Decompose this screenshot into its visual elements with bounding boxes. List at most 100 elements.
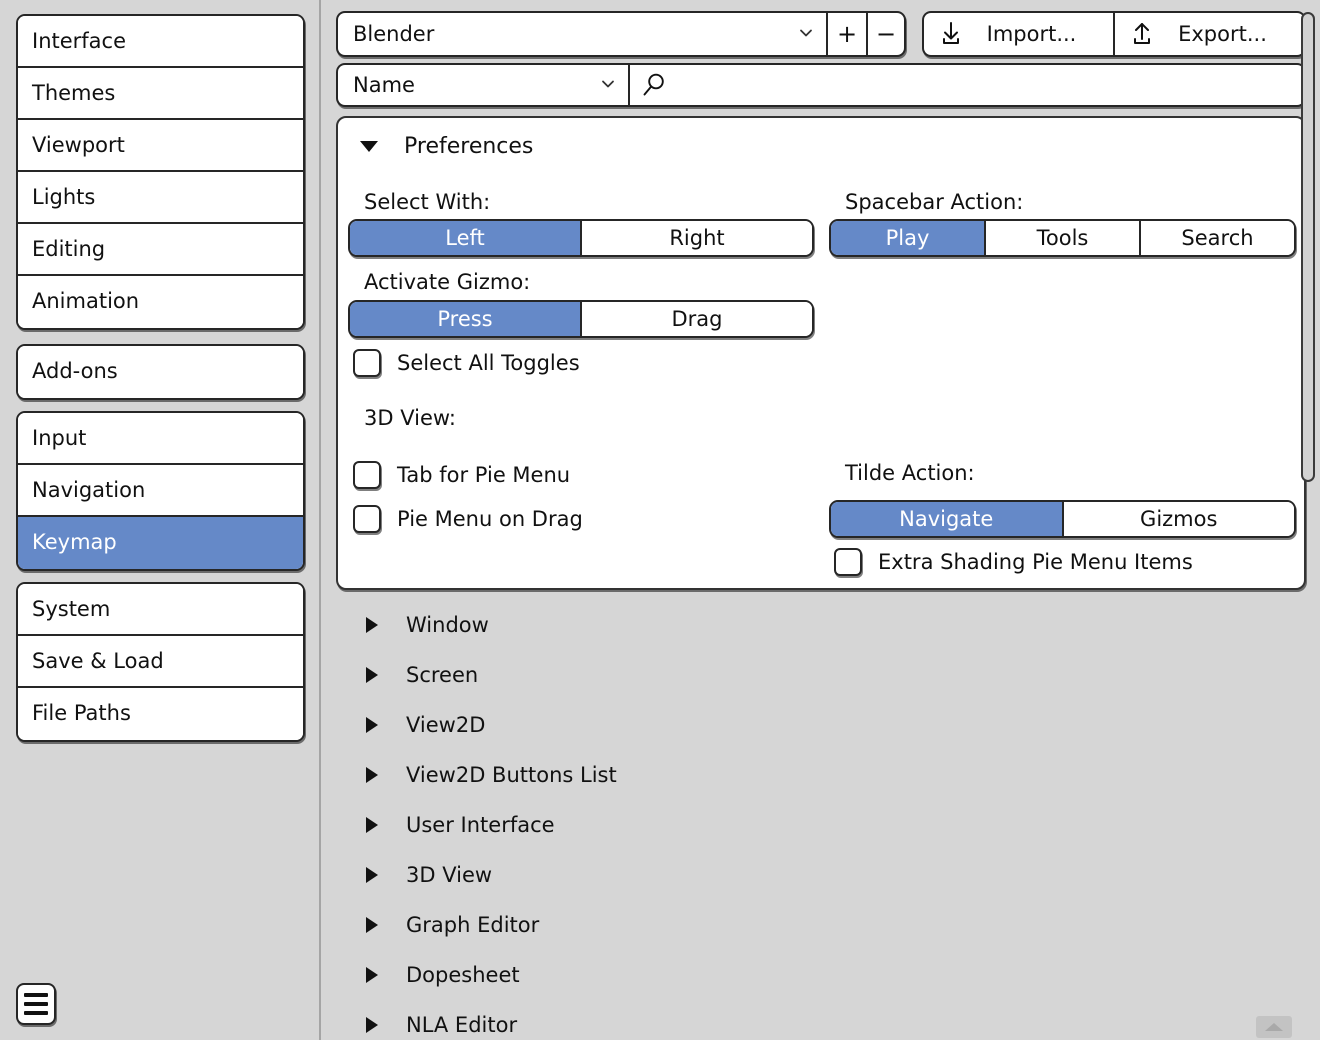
triangle-right-icon (366, 717, 378, 733)
sidebar-group-addons: Add-ons (16, 344, 305, 400)
sidebar-item-editing[interactable]: Editing (18, 224, 303, 276)
extra-shading-pie-row[interactable]: Extra Shading Pie Menu Items (834, 548, 1193, 576)
keymap-category-screen[interactable]: Screen (336, 650, 1306, 700)
export-button[interactable]: Export... (1113, 11, 1306, 57)
vertical-scrollbar[interactable] (1301, 8, 1315, 1032)
keymap-category-graph-editor[interactable]: Graph Editor (336, 900, 1306, 950)
sidebar-item-interface[interactable]: Interface (18, 16, 303, 68)
keymap-category-label: View2D Buttons List (406, 763, 617, 787)
import-export-group: Import... Export... (922, 11, 1306, 57)
keymap-preset-value: Blender (353, 22, 434, 46)
pie-menu-on-drag-label: Pie Menu on Drag (397, 507, 583, 531)
keymap-category-label: Dopesheet (406, 963, 520, 987)
spacebar-action-option-search[interactable]: Search (1141, 221, 1294, 255)
activate-gizmo-option-press[interactable]: Press (350, 302, 582, 336)
main-panel: Blender + − (323, 0, 1320, 1040)
triangle-right-icon (366, 817, 378, 833)
tilde-action-option-navigate[interactable]: Navigate (831, 502, 1064, 536)
filter-type-dropdown[interactable]: Name (336, 63, 628, 107)
import-button[interactable]: Import... (922, 11, 1113, 57)
hamburger-bar (24, 1011, 48, 1015)
hamburger-bar (24, 993, 48, 997)
keymap-category-window[interactable]: Window (336, 600, 1306, 650)
sidebar-item-system[interactable]: System (18, 584, 303, 636)
tab-for-pie-menu-row[interactable]: Tab for Pie Menu (353, 461, 570, 489)
sidebar-item-keymap[interactable]: Keymap (18, 517, 303, 569)
select-with-label: Select With: (364, 190, 490, 214)
tilde-action-label: Tilde Action: (845, 461, 975, 485)
spacebar-action-option-tools[interactable]: Tools (986, 221, 1141, 255)
chevron-down-icon (601, 77, 615, 91)
select-all-toggles-label: Select All Toggles (397, 351, 580, 375)
export-arrow-up-icon (1129, 21, 1155, 47)
sidebar-item-themes[interactable]: Themes (18, 68, 303, 120)
spacebar-action-toggle-group: Play Tools Search (829, 219, 1296, 257)
sidebar-item-input[interactable]: Input (18, 413, 303, 465)
remove-preset-button[interactable]: − (866, 11, 906, 57)
keymap-category-label: Graph Editor (406, 913, 539, 937)
plus-icon: + (837, 22, 857, 46)
hamburger-menu-icon[interactable] (16, 983, 56, 1025)
pie-menu-on-drag-row[interactable]: Pie Menu on Drag (353, 505, 583, 533)
keymap-category-label: Screen (406, 663, 478, 687)
sidebar-item-add-ons[interactable]: Add-ons (18, 346, 303, 398)
sidebar-group-input: Input Navigation Keymap (16, 411, 305, 571)
keymap-category-nla-editor[interactable]: NLA Editor (336, 1000, 1306, 1040)
keymap-category-label: View2D (406, 713, 485, 737)
sidebar-item-viewport[interactable]: Viewport (18, 120, 303, 172)
tilde-action-toggle-group: Navigate Gizmos (829, 500, 1296, 538)
chevron-down-icon (799, 26, 813, 40)
minus-icon: − (876, 22, 896, 46)
select-with-option-right[interactable]: Right (582, 221, 812, 255)
triangle-right-icon (366, 967, 378, 983)
pie-menu-on-drag-checkbox[interactable] (353, 505, 381, 533)
keymap-category-user-interface[interactable]: User Interface (336, 800, 1306, 850)
search-toolbar: Name (336, 63, 1306, 107)
preferences-panel-header[interactable]: Preferences (338, 118, 1304, 174)
select-all-toggles-checkbox[interactable] (353, 349, 381, 377)
keymap-category-view2d-buttons-list[interactable]: View2D Buttons List (336, 750, 1306, 800)
keymap-category-label: 3D View (406, 863, 492, 887)
select-with-toggle-group: Left Right (348, 219, 814, 257)
keymap-category-view2d[interactable]: View2D (336, 700, 1306, 750)
preferences-panel: Preferences Select With: Left Right Acti… (336, 116, 1306, 590)
sidebar-group-general: Interface Themes Viewport Lights Editing… (16, 14, 305, 330)
activate-gizmo-option-drag[interactable]: Drag (582, 302, 812, 336)
triangle-down-icon (360, 141, 378, 152)
view3d-section-label: 3D View: (364, 406, 456, 430)
select-all-toggles-row[interactable]: Select All Toggles (353, 349, 580, 377)
triangle-right-icon (366, 917, 378, 933)
keymap-category-label: Window (406, 613, 489, 637)
keymap-preset-dropdown[interactable]: Blender (336, 11, 826, 57)
keymap-category-label: NLA Editor (406, 1013, 517, 1037)
sidebar-item-file-paths[interactable]: File Paths (18, 688, 303, 740)
sidebar-item-lights[interactable]: Lights (18, 172, 303, 224)
select-with-option-left[interactable]: Left (350, 221, 582, 255)
preferences-window: Interface Themes Viewport Lights Editing… (0, 0, 1320, 1040)
activate-gizmo-label: Activate Gizmo: (364, 270, 530, 294)
keymap-category-list: Window Screen View2D View2D Buttons List… (336, 600, 1306, 1040)
spacebar-action-label: Spacebar Action: (845, 190, 1023, 214)
sidebar-group-system: System Save & Load File Paths (16, 582, 305, 742)
search-icon (640, 72, 667, 99)
keymap-category-3d-view[interactable]: 3D View (336, 850, 1306, 900)
keymap-category-dopesheet[interactable]: Dopesheet (336, 950, 1306, 1000)
search-input[interactable] (628, 63, 1306, 107)
tab-for-pie-menu-label: Tab for Pie Menu (397, 463, 570, 487)
import-arrow-down-icon (938, 21, 964, 47)
triangle-right-icon (366, 767, 378, 783)
scroll-up-chevron-icon[interactable] (1256, 1016, 1292, 1038)
tilde-action-option-gizmos[interactable]: Gizmos (1064, 502, 1295, 536)
scrollbar-thumb[interactable] (1301, 12, 1315, 482)
sidebar-item-navigation[interactable]: Navigation (18, 465, 303, 517)
triangle-right-icon (366, 1017, 378, 1033)
tab-for-pie-menu-checkbox[interactable] (353, 461, 381, 489)
extra-shading-pie-checkbox[interactable] (834, 548, 862, 576)
triangle-right-icon (366, 667, 378, 683)
add-preset-button[interactable]: + (826, 11, 866, 57)
activate-gizmo-toggle-group: Press Drag (348, 300, 814, 338)
sidebar-item-save-and-load[interactable]: Save & Load (18, 636, 303, 688)
sidebar-item-animation[interactable]: Animation (18, 276, 303, 328)
preferences-panel-title: Preferences (404, 134, 533, 159)
spacebar-action-option-play[interactable]: Play (831, 221, 986, 255)
